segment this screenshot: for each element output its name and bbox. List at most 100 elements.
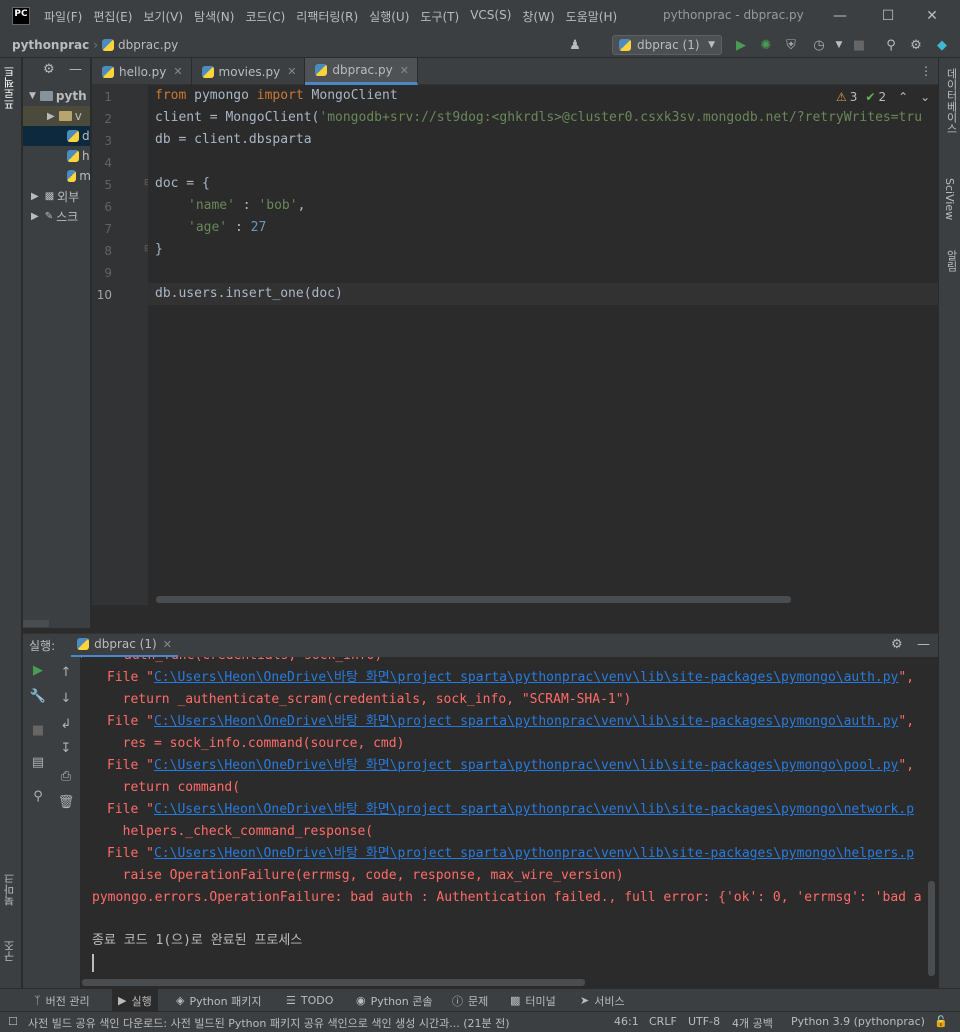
- settings-icon[interactable]: ⚙: [43, 62, 55, 77]
- tool-tab-python-packages[interactable]: ◈ Python 패키지: [170, 989, 267, 1012]
- layout-toggle-icon[interactable]: ☐: [8, 1015, 18, 1028]
- chevron-right-icon: ▶: [31, 190, 39, 202]
- tool-tab-problems[interactable]: ⓘ 문제: [446, 989, 494, 1012]
- tab-label: hello.py: [119, 64, 167, 79]
- traceback-file-link[interactable]: C:\Users\Heon\OneDrive\바탕 화면\project spa…: [154, 670, 898, 685]
- tool-tab-todo[interactable]: ☰ TODO: [280, 989, 339, 1012]
- tool-tab-terminal[interactable]: ▩ 터미널: [504, 989, 562, 1012]
- project-panel-scrollbar[interactable]: [23, 620, 49, 627]
- run-icon[interactable]: ▶: [732, 36, 750, 54]
- arrow-down-icon[interactable]: ↓: [57, 689, 75, 707]
- structure-tool-tab[interactable]: 구조: [2, 940, 18, 962]
- minimize-button[interactable]: —: [820, 0, 860, 32]
- menu-vcs[interactable]: VCS(S): [470, 8, 511, 25]
- run-console[interactable]: auth_func(credentials, sock_info) File "…: [82, 657, 938, 988]
- close-icon[interactable]: ✕: [287, 65, 296, 78]
- settings-icon[interactable]: ⚙: [907, 36, 925, 54]
- menu-file[interactable]: 파일(F): [44, 8, 82, 25]
- menu-run[interactable]: 실행(U): [369, 8, 409, 25]
- chevron-down-icon[interactable]: ⌄: [920, 90, 930, 104]
- hide-panel-icon[interactable]: —: [917, 637, 930, 652]
- folder-icon: [39, 91, 53, 101]
- bookmarks-tool-tab[interactable]: 북마크: [2, 873, 18, 906]
- tree-item-external-libraries[interactable]: ▶ ▩ 외부: [23, 186, 90, 206]
- arrow-up-icon[interactable]: ↑: [57, 663, 75, 681]
- tree-item-dbprac[interactable]: d: [23, 126, 90, 146]
- soft-wrap-icon[interactable]: ↲: [57, 715, 75, 733]
- tree-item-venv[interactable]: ▶ v: [23, 106, 90, 126]
- close-icon[interactable]: ✕: [173, 65, 182, 78]
- file-encoding[interactable]: UTF-8: [688, 1015, 720, 1028]
- close-icon[interactable]: ✕: [400, 64, 409, 77]
- tab-hello-py[interactable]: hello.py ✕: [92, 58, 192, 85]
- python-interpreter[interactable]: Python 3.9 (pythonprac): [791, 1015, 925, 1028]
- traceback-file-link[interactable]: C:\Users\Heon\OneDrive\바탕 화면\project spa…: [154, 714, 898, 729]
- status-message[interactable]: 사전 빌드 공유 색인 다운로드: 사전 빌드된 Python 패키지 공유 색…: [28, 1015, 510, 1031]
- sciview-tool-tab[interactable]: SciView: [943, 178, 956, 220]
- settings-icon[interactable]: ⚙: [891, 637, 903, 652]
- print-icon[interactable]: ⎙: [57, 767, 75, 785]
- python-file-icon: [77, 638, 90, 650]
- chevron-down-icon[interactable]: ▼: [830, 36, 848, 54]
- title-bar: PC 파일(F) 편집(E) 보기(V) 탐색(N) 코드(C) 리팩터링(R)…: [0, 0, 960, 32]
- tree-item-movies[interactable]: m: [23, 166, 90, 186]
- tree-item-hello[interactable]: h: [23, 146, 90, 166]
- notifications-tool-tab[interactable]: 알림: [943, 250, 959, 272]
- tool-tab-version-control[interactable]: ᛉ 버전 관리: [28, 989, 96, 1012]
- menu-window[interactable]: 창(W): [522, 8, 554, 25]
- tree-item-scratches[interactable]: ▶ ✎ 스크: [23, 206, 90, 226]
- stop-icon[interactable]: ■: [29, 721, 47, 739]
- debug-icon[interactable]: ✺: [757, 36, 775, 54]
- window-title: pythonprac - dbprac.py: [663, 8, 804, 22]
- inspection-widget[interactable]: ⚠ 3 ✔ 2 ⌃ ⌄: [836, 90, 930, 104]
- tab-movies-py[interactable]: movies.py ✕: [192, 58, 306, 85]
- menu-tools[interactable]: 도구(T): [420, 8, 459, 25]
- tool-tab-run[interactable]: ▶ 실행: [112, 989, 158, 1012]
- console-vertical-scrollbar[interactable]: [928, 881, 935, 976]
- lock-icon[interactable]: 🔓: [934, 1015, 948, 1028]
- user-account-icon[interactable]: ♟: [566, 36, 584, 54]
- indent-setting[interactable]: 4개 공백: [732, 1015, 773, 1031]
- pin-icon[interactable]: ⚲: [29, 787, 47, 805]
- wrench-icon[interactable]: 🔧: [29, 687, 47, 705]
- trash-icon[interactable]: 🗑: [57, 793, 75, 811]
- menu-help[interactable]: 도움말(H): [566, 8, 618, 25]
- tool-tab-services[interactable]: ➤ 서비스: [574, 989, 631, 1012]
- run-tab-dbprac[interactable]: dbprac (1) ✕: [71, 634, 178, 658]
- tree-item-project-root[interactable]: ▼ pyth: [23, 86, 90, 106]
- run-configuration-select[interactable]: dbprac (1) ▼: [612, 35, 722, 55]
- menu-view[interactable]: 보기(V): [143, 8, 183, 25]
- editor-horizontal-scrollbar[interactable]: [156, 596, 791, 603]
- traceback-file-link[interactable]: C:\Users\Heon\OneDrive\바탕 화면\project spa…: [154, 758, 898, 773]
- rerun-icon[interactable]: ▶: [29, 661, 47, 679]
- traceback-file-link[interactable]: C:\Users\Heon\OneDrive\바탕 화면\project spa…: [154, 802, 914, 817]
- close-window-button[interactable]: ✕: [912, 0, 952, 32]
- search-icon[interactable]: ⚲: [882, 36, 900, 54]
- database-tool-tab[interactable]: 데이터베이스: [943, 68, 959, 134]
- menu-edit[interactable]: 편집(E): [93, 8, 132, 25]
- traceback-file-link[interactable]: C:\Users\Heon\OneDrive\바탕 화면\project spa…: [154, 846, 914, 861]
- line-separator[interactable]: CRLF: [649, 1015, 677, 1028]
- coverage-icon[interactable]: ⛨: [782, 36, 800, 54]
- project-tool-tab[interactable]: 프로젝트: [2, 66, 18, 110]
- breadcrumb-file[interactable]: dbprac.py: [118, 38, 178, 52]
- maximize-button[interactable]: ☐: [868, 0, 908, 32]
- menu-refactor[interactable]: 리팩터링(R): [296, 8, 358, 25]
- stop-icon[interactable]: ■: [850, 36, 868, 54]
- tab-dbprac-py[interactable]: dbprac.py ✕: [305, 58, 418, 85]
- menu-navigate[interactable]: 탐색(N): [194, 8, 234, 25]
- more-tabs-icon[interactable]: ⋮: [920, 64, 932, 78]
- hide-panel-icon[interactable]: —: [69, 62, 82, 77]
- menu-code[interactable]: 코드(C): [245, 8, 285, 25]
- breadcrumb-project[interactable]: pythonprac: [12, 38, 89, 52]
- caret-position[interactable]: 46:1: [614, 1015, 639, 1028]
- scroll-to-end-icon[interactable]: ↧: [57, 739, 75, 757]
- code-editor[interactable]: from pymongo import MongoClient client =…: [148, 85, 938, 605]
- tool-tab-python-console[interactable]: ◉ Python 콘솔: [350, 989, 438, 1012]
- console-horizontal-scrollbar[interactable]: [82, 979, 585, 986]
- profile-icon[interactable]: ◷: [810, 36, 828, 54]
- layout-icon[interactable]: ▤: [29, 753, 47, 771]
- close-icon[interactable]: ✕: [163, 638, 172, 651]
- update-icon[interactable]: ◆: [933, 36, 951, 54]
- chevron-up-icon[interactable]: ⌃: [898, 90, 908, 104]
